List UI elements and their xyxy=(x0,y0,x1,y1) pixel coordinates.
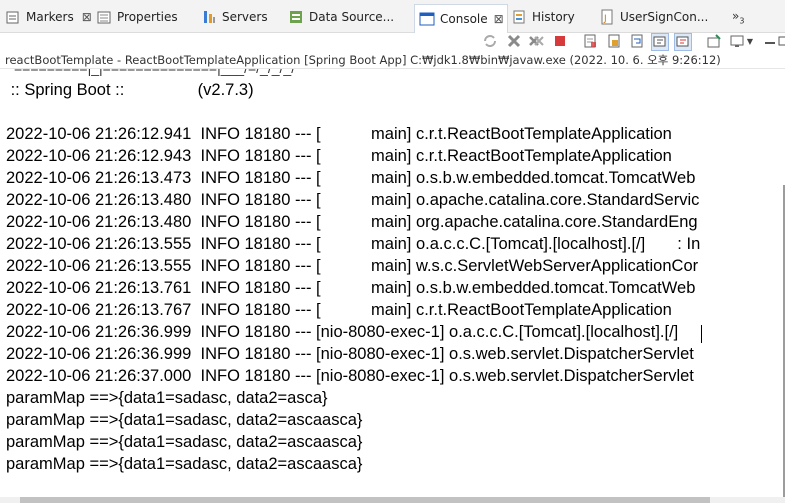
text-caret xyxy=(701,325,702,343)
log-line: 2022-10-06 21:26:13.480 INFO 18180 --- [… xyxy=(6,191,700,209)
log-line: 2022-10-06 21:26:37.000 INFO 18180 --- [… xyxy=(6,367,694,385)
log-line: 2022-10-06 21:26:13.473 INFO 18180 --- [… xyxy=(6,169,696,187)
log-line: 2022-10-06 21:26:12.943 INFO 18180 --- [… xyxy=(6,147,672,165)
param-line: paramMap ==>{data1=sadasc, data2=ascaasc… xyxy=(6,433,363,451)
pin-console-icon[interactable] xyxy=(706,33,722,49)
markers-icon xyxy=(5,9,21,25)
log-line: 2022-10-06 21:26:13.480 INFO 18180 --- [… xyxy=(6,213,698,231)
chevron-down-icon[interactable]: ▼ xyxy=(745,33,755,49)
tab-servers[interactable]: Servers xyxy=(201,4,268,30)
data-source-icon xyxy=(288,9,304,25)
console-output[interactable]: =========|_|==============|___/=/_/_/_/ … xyxy=(0,69,785,497)
maximize-icon[interactable] xyxy=(778,33,785,49)
tab-label: History xyxy=(532,10,575,24)
tab-label: Servers xyxy=(222,10,268,24)
tab-markers[interactable]: Markers ⊠ xyxy=(5,4,92,30)
log-line: 2022-10-06 21:26:12.941 INFO 18180 --- [… xyxy=(6,125,672,143)
process-description: reactBootTemplate - ReactBootTemplateApp… xyxy=(0,51,785,69)
log-line: 2022-10-06 21:26:13.761 INFO 18180 --- [… xyxy=(6,279,696,297)
horizontal-scrollbar-thumb[interactable] xyxy=(20,497,710,503)
tab-label: Properties xyxy=(117,10,178,24)
param-line: paramMap ==>{data1=sadasc, data2=asca} xyxy=(6,389,328,407)
tab-console[interactable]: Console ⊠ xyxy=(414,4,508,33)
log-line: 2022-10-06 21:26:36.999 INFO 18180 --- [… xyxy=(6,323,679,341)
log-line: 2022-10-06 21:26:13.767 INFO 18180 --- [… xyxy=(6,301,672,319)
properties-icon xyxy=(96,9,112,25)
tab-properties[interactable]: Properties xyxy=(96,4,178,30)
param-line: paramMap ==>{data1=sadasc, data2=ascaasc… xyxy=(6,411,363,429)
banner-line: =========|_|==============|___/=/_/_/_/ xyxy=(14,69,295,79)
close-icon[interactable]: ⊠ xyxy=(82,10,92,24)
svg-text:J: J xyxy=(603,14,607,24)
tab-data-source[interactable]: Data Source... xyxy=(288,4,394,30)
tab-label: Markers xyxy=(26,10,74,24)
clear-console-icon[interactable] xyxy=(582,33,598,49)
show-console-on-output-icon[interactable] xyxy=(651,33,669,51)
console-icon xyxy=(419,11,435,27)
view-tab-bar: Markers ⊠ Properties Servers Data Source… xyxy=(0,0,785,33)
param-line: paramMap ==>{data1=sadasc, data2=ascaasc… xyxy=(6,455,363,473)
close-icon[interactable]: ⊠ xyxy=(494,12,504,26)
tab-overflow-button[interactable]: »3 xyxy=(732,9,744,25)
tab-history[interactable]: History xyxy=(511,4,575,30)
log-line: 2022-10-06 21:26:13.555 INFO 18180 --- [… xyxy=(6,235,701,253)
console-toolbar: ▼ xyxy=(0,33,785,51)
spring-boot-version-line: :: Spring Boot :: (v2.7.3) xyxy=(6,81,254,99)
scroll-lock-icon[interactable] xyxy=(606,33,622,49)
horizontal-scrollbar[interactable] xyxy=(0,497,785,503)
show-console-on-error-icon[interactable] xyxy=(674,33,692,51)
minimize-icon[interactable] xyxy=(762,33,778,49)
tab-label: Console xyxy=(440,12,488,26)
history-icon xyxy=(511,9,527,25)
tab-label: Data Source... xyxy=(309,10,395,24)
java-file-icon: J xyxy=(599,9,615,25)
tab-label: UserSignCon... xyxy=(620,10,709,24)
log-line: 2022-10-06 21:26:36.999 INFO 18180 --- [… xyxy=(6,345,694,363)
log-line: 2022-10-06 21:26:13.555 INFO 18180 --- [… xyxy=(6,257,699,275)
remove-all-terminated-icon[interactable] xyxy=(528,33,544,49)
terminate-icon[interactable] xyxy=(552,33,568,49)
word-wrap-icon[interactable] xyxy=(629,33,645,49)
remove-launch-icon[interactable] xyxy=(506,33,522,49)
display-selected-console-icon[interactable] xyxy=(729,33,745,49)
terminate-relaunch-icon[interactable] xyxy=(482,33,498,49)
tab-usersign[interactable]: J UserSignCon... xyxy=(599,4,708,30)
servers-icon xyxy=(201,9,217,25)
